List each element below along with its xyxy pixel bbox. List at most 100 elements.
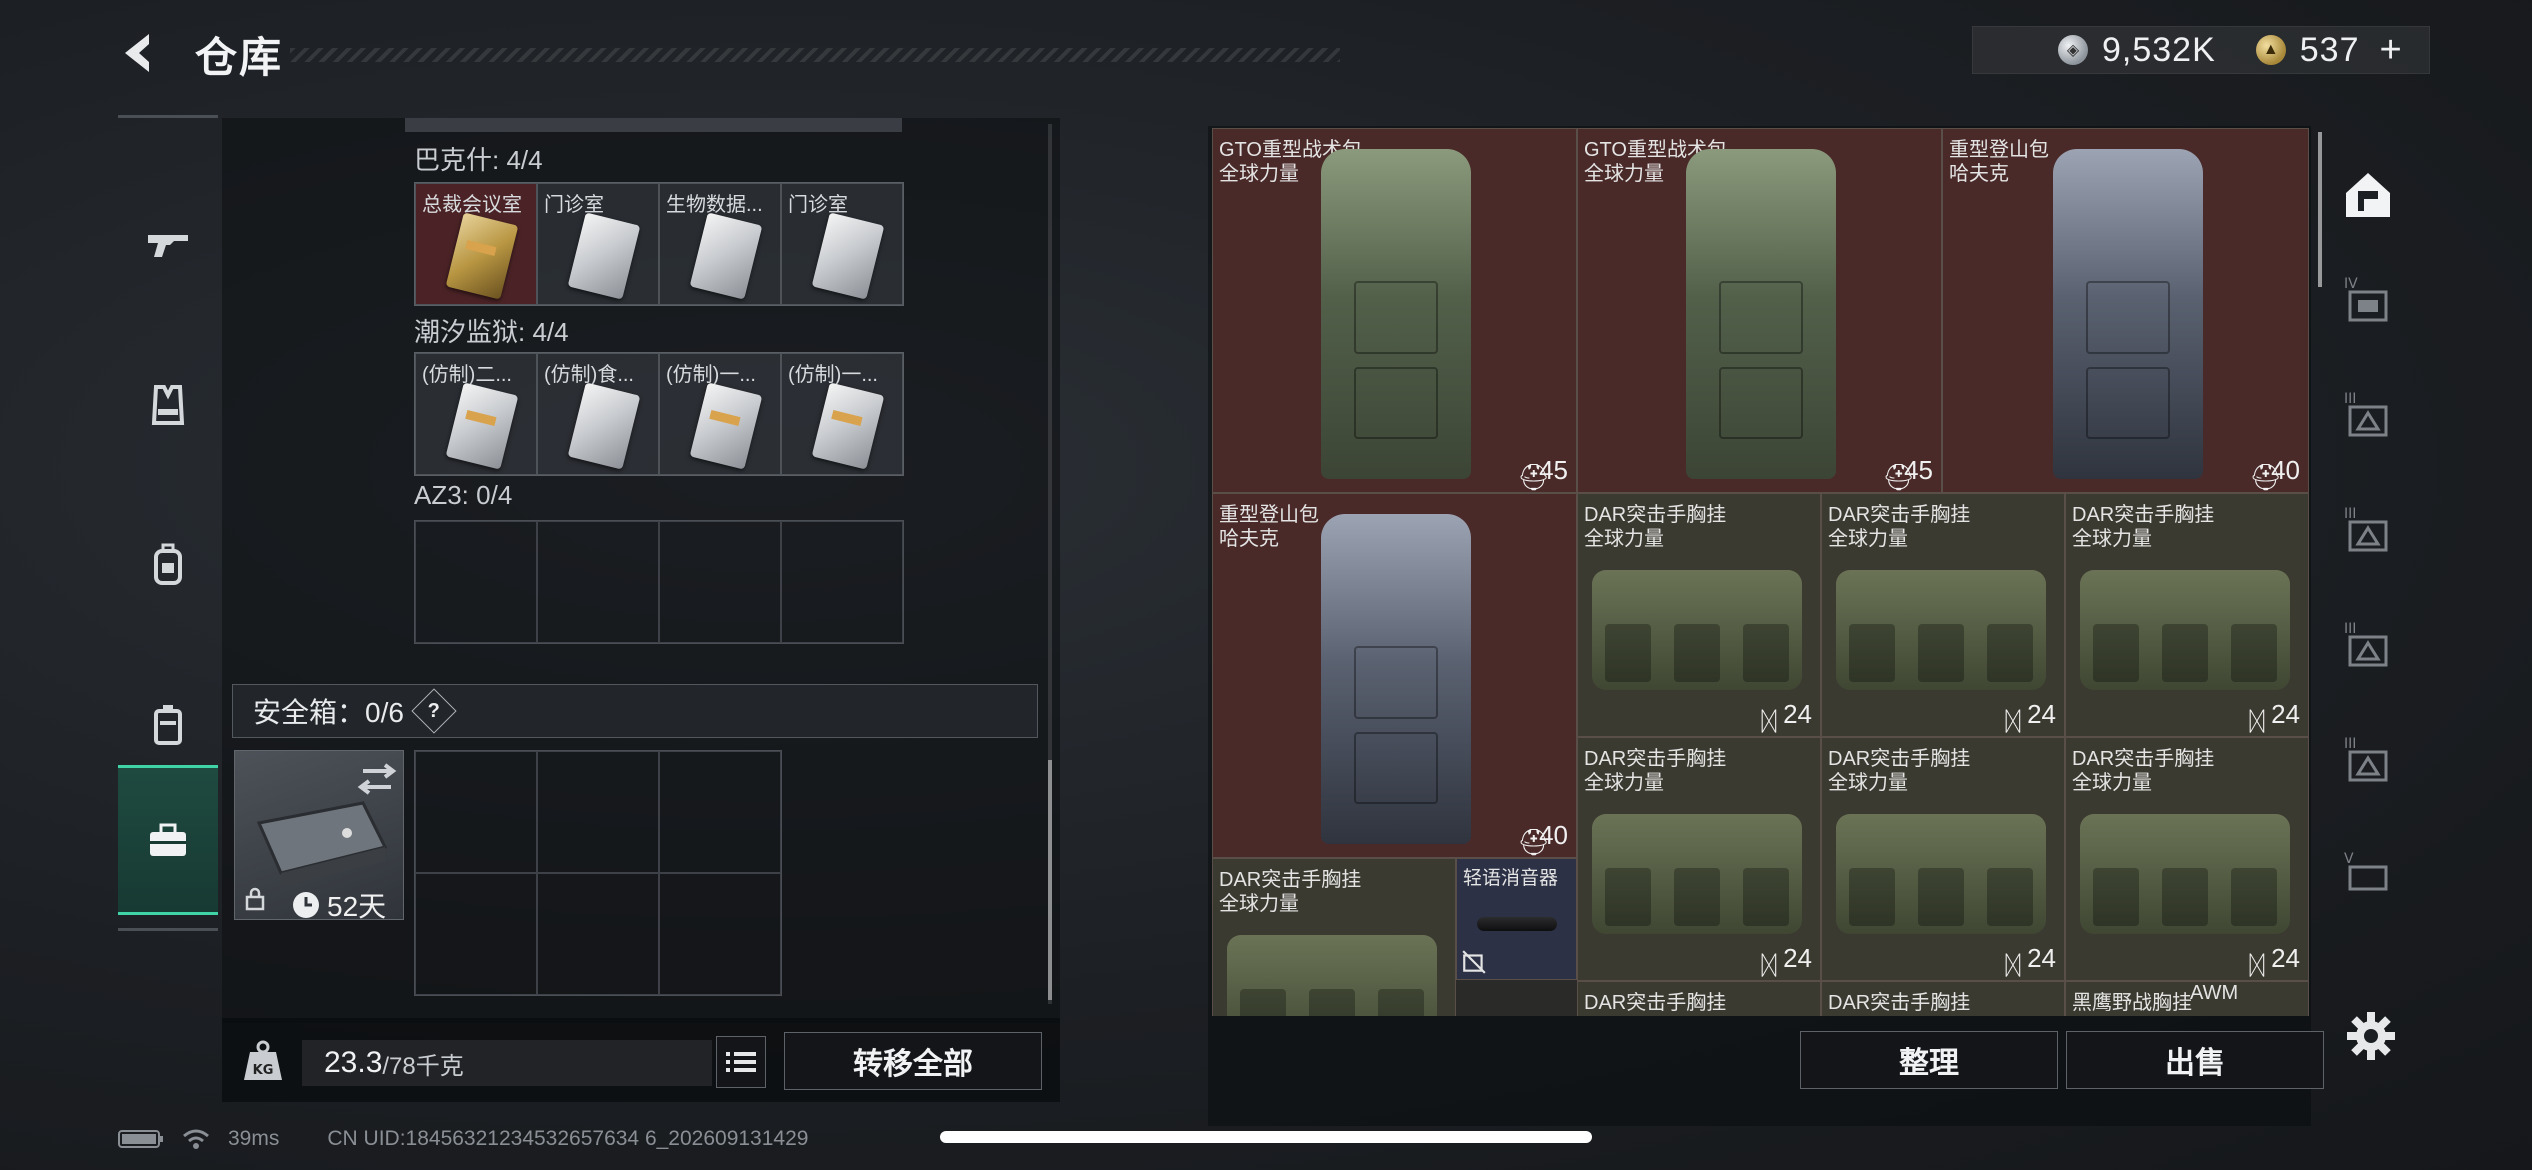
chest-rig-image <box>1592 570 1802 690</box>
vest-capacity-icon: ᛞ <box>1761 949 1777 980</box>
svg-text:III: III <box>2344 736 2356 752</box>
home-indicator[interactable] <box>940 1131 1592 1143</box>
key-name: 总裁会议室 <box>422 194 522 216</box>
empty-safe-slot[interactable] <box>537 751 659 873</box>
key-slot[interactable]: (仿制)二... <box>415 353 537 475</box>
list-view-button[interactable] <box>716 1036 766 1088</box>
nav-item-weapons[interactable] <box>118 170 218 320</box>
empty-key-slot[interactable] <box>415 521 537 643</box>
empty-safe-slot[interactable] <box>415 873 537 995</box>
filter-home[interactable] <box>2325 155 2410 235</box>
transfer-all-button[interactable]: 转移全部 <box>784 1032 1042 1090</box>
key-slot[interactable]: (仿制)一... <box>781 353 903 475</box>
inventory-item[interactable]: 重型登山包 哈夫克 ⛑ 40 <box>1212 493 1577 858</box>
inventory-item[interactable]: DAR突击手胸挂 全球力量 ᛞ 24 <box>2065 493 2309 737</box>
capacity-badge: ᛞ 24 <box>2249 699 2300 736</box>
capacity-badge: ⛑ 40 <box>2249 455 2300 492</box>
item-brand: 全球力量 <box>1219 893 1299 915</box>
filter-tier-3-c[interactable]: III <box>2325 605 2410 685</box>
safe-box-item[interactable]: 52天 <box>234 750 404 922</box>
key-name: (仿制)二... <box>422 364 512 386</box>
keycard-image <box>689 212 763 300</box>
tier-3-icon: III <box>2344 391 2387 437</box>
nav-item-backpacks[interactable] <box>118 490 218 640</box>
tier-3-icon: III <box>2344 506 2387 552</box>
empty-key-slot[interactable] <box>781 521 903 643</box>
empty-safe-slot[interactable] <box>659 751 781 873</box>
inventory-grid: GTO重型战术包 全球力量 ⛑ 45 GTO重型战术包 全球力量 ⛑ 45 重型登山… <box>1212 128 2309 1016</box>
vest-capacity-icon: ᛞ <box>2005 705 2021 736</box>
chest-rig-image <box>2080 814 2290 934</box>
wifi-icon <box>183 1129 209 1149</box>
inventory-item[interactable]: DAR突击手胸挂 全球力量 ᛞ 24 <box>2065 737 2309 981</box>
item-brand: 全球力量 <box>1584 528 1664 550</box>
backpack-image <box>2053 149 2203 479</box>
item-brand: 全球力量 <box>1584 772 1664 794</box>
key-slot[interactable]: (仿制)一... <box>659 353 781 475</box>
inventory-item[interactable]: DAR突击手胸挂 <box>1821 981 2065 1016</box>
key-slot[interactable]: 生物数据... <box>659 183 781 305</box>
key-slot[interactable]: 门诊室 <box>781 183 903 305</box>
inventory-item[interactable]: DAR突击手胸挂 全球力量 ᛞ 24 <box>1821 493 2065 737</box>
backpack-image <box>1686 149 1836 479</box>
inventory-item[interactable]: GTO重型战术包 全球力量 ⛑ 45 <box>1577 128 1942 493</box>
key-slot[interactable]: 门诊室 <box>537 183 659 305</box>
weight-current: 23.3 <box>324 1046 383 1079</box>
empty-safe-slot[interactable] <box>537 873 659 995</box>
help-button[interactable]: ? <box>411 688 457 734</box>
empty-key-slot[interactable] <box>659 521 781 643</box>
inventory-item[interactable]: 轻语消音器 <box>1456 858 1577 980</box>
vest-capacity-icon: ᛞ <box>2249 705 2265 736</box>
gun-icon <box>148 235 188 257</box>
back-button[interactable] <box>115 28 165 78</box>
item-name-awm[interactable]: AWM <box>2190 982 2238 1005</box>
settings-button[interactable] <box>2345 1010 2397 1062</box>
capacity-badge: ᛞ 24 <box>2249 943 2300 980</box>
keycard-image <box>689 382 763 470</box>
filter-tier-3-b[interactable]: III <box>2325 490 2410 570</box>
capacity-badge: ᛞ 24 <box>2005 943 2056 980</box>
capacity-badge: ᛞ 24 <box>1761 943 1812 980</box>
filter-tier-3-d[interactable]: III <box>2325 720 2410 800</box>
inventory-item[interactable]: GTO重型战术包 全球力量 ⛑ 45 <box>1212 128 1577 493</box>
empty-key-slot[interactable] <box>537 521 659 643</box>
inventory-item[interactable]: DAR突击手胸挂 全球力量 ᛞ 24 <box>1577 737 1821 981</box>
filter-tier-3-a[interactable]: III <box>2325 375 2410 455</box>
section-label-az3: AZ3: 0/4 <box>414 480 513 510</box>
gold-amount: 537 <box>2299 30 2360 69</box>
sell-button[interactable]: 出售 <box>2066 1031 2324 1089</box>
backpack-capacity-icon: ⛑ <box>1517 826 1551 857</box>
nav-item-keys[interactable] <box>118 765 218 915</box>
empty-safe-slot[interactable] <box>659 873 781 995</box>
inventory-item[interactable]: DAR突击手胸挂 全球力量 <box>1212 858 1456 1016</box>
filter-tier-4[interactable]: IV <box>2325 260 2410 340</box>
keycard-image <box>567 212 641 300</box>
inventory-item[interactable]: DAR突击手胸挂 <box>1577 981 1821 1016</box>
category-nav <box>118 115 218 930</box>
tier-4-icon: IV <box>2344 276 2387 322</box>
inventory-scrollbar[interactable] <box>2318 132 2322 287</box>
safe-box-label: 安全箱：0/6 <box>253 697 404 728</box>
svg-text:III: III <box>2344 621 2356 637</box>
empty-safe-slot[interactable] <box>415 751 537 873</box>
item-brand: 哈夫克 <box>1219 528 1279 550</box>
toolbox-icon <box>150 823 186 856</box>
add-gold-button[interactable]: + <box>2380 29 2403 72</box>
inventory-item[interactable]: 重型登山包 哈夫克 ⛑ 40 <box>1942 128 2309 493</box>
left-scrollbar-thumb[interactable] <box>1048 760 1052 1000</box>
inventory-item[interactable]: 黑鹰野战胸挂 <box>2065 981 2309 1016</box>
filter-tier-5[interactable]: V <box>2325 835 2410 915</box>
key-slot[interactable]: (仿制)食... <box>537 353 659 475</box>
silver-coin-icon: ◈ <box>2058 35 2088 65</box>
inventory-item[interactable]: DAR突击手胸挂 全球力量 ᛞ 24 <box>1577 493 1821 737</box>
key-slot[interactable]: 总裁会议室 <box>415 183 537 305</box>
sort-button[interactable]: 整理 <box>1800 1031 2058 1089</box>
inventory-item[interactable]: DAR突击手胸挂 全球力量 ᛞ 24 <box>1821 737 2065 981</box>
vest-capacity-icon: ᛞ <box>2005 949 2021 980</box>
item-brand: 全球力量 <box>1828 528 1908 550</box>
capacity-badge: ⛑ 40 <box>1517 820 1568 857</box>
nav-item-armor[interactable] <box>118 330 218 480</box>
previous-row-edge <box>405 118 902 132</box>
capacity-badge: ⛑ 45 <box>1517 455 1568 492</box>
backpack-capacity-icon: ⛑ <box>1517 461 1551 492</box>
